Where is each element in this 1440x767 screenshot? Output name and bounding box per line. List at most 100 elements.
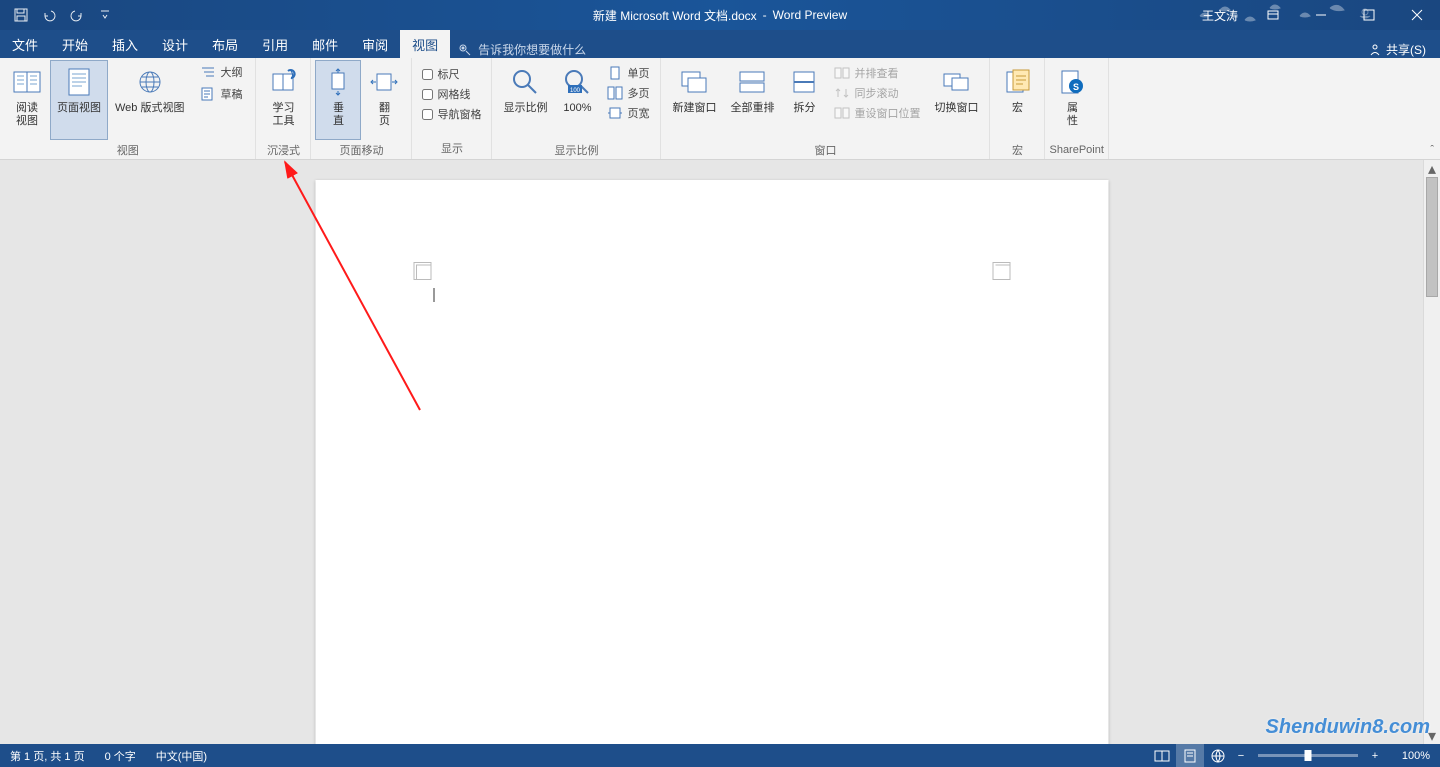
group-page-movement: 垂直 翻页 页面移动 (311, 58, 412, 159)
side-icon (368, 66, 400, 98)
group-window-label: 窗口 (665, 140, 985, 161)
sync-scroll-button: 同步滚动 (831, 84, 923, 102)
ruler-checkbox[interactable]: 标尺 (422, 66, 481, 82)
print-layout-label: 页面视图 (57, 102, 101, 115)
tab-design[interactable]: 设计 (150, 30, 200, 58)
new-window-button[interactable]: 新建窗口 (665, 60, 723, 140)
read-mode-button[interactable]: 阅读视图 (4, 60, 50, 140)
outline-button[interactable]: 大纲 (197, 63, 245, 81)
margin-corner-tl (413, 262, 431, 280)
redo-button[interactable] (66, 4, 88, 26)
macros-label: 宏 (1012, 102, 1023, 115)
switch-icon (940, 66, 972, 98)
tab-mailings[interactable]: 邮件 (300, 30, 350, 58)
tab-view[interactable]: 视图 (400, 30, 450, 58)
title-sep: - (763, 8, 767, 22)
gridlines-checkbox[interactable]: 网格线 (422, 86, 481, 102)
view-print-button[interactable] (1176, 744, 1204, 767)
share-label: 共享(S) (1386, 41, 1426, 58)
zoom-value[interactable]: 100% (1384, 750, 1440, 762)
qat-customize-button[interactable] (94, 4, 116, 26)
svg-text:S: S (1073, 82, 1079, 92)
scroll-thumb[interactable] (1426, 177, 1438, 297)
status-language[interactable]: 中文(中国) (146, 748, 217, 764)
tell-me-search[interactable]: 告诉我你想要做什么 (458, 41, 586, 58)
close-button[interactable] (1394, 0, 1440, 30)
learning-tools-label: 学习工具 (272, 102, 294, 128)
share-button[interactable]: 共享(S) (1354, 41, 1440, 58)
web-layout-button[interactable]: Web 版式视图 (108, 60, 191, 140)
split-icon (788, 66, 820, 98)
scroll-track[interactable] (1424, 177, 1440, 727)
macros-icon (1001, 66, 1033, 98)
group-show-label: 显示 (416, 138, 487, 159)
side-by-side-label: 并排查看 (854, 65, 898, 81)
print-layout-icon (63, 66, 95, 98)
group-immersive-label: 沉浸式 (260, 140, 306, 161)
zoom-label: 显示比例 (503, 102, 547, 115)
one-page-button[interactable]: 单页 (604, 64, 652, 82)
split-button[interactable]: 拆分 (781, 60, 827, 140)
page-width-label: 页宽 (627, 105, 649, 121)
tab-insert[interactable]: 插入 (100, 30, 150, 58)
multi-page-button[interactable]: 多页 (604, 84, 652, 102)
zoom-in-button[interactable]: + (1366, 750, 1384, 762)
hundred-icon: 100 (561, 66, 593, 98)
navpane-checkbox[interactable]: 导航窗格 (422, 106, 481, 122)
web-layout-icon (134, 66, 166, 98)
watermark: Shenduwin8.com (1266, 716, 1430, 739)
vertical-scrollbar[interactable]: ▴ ▾ (1423, 160, 1440, 744)
group-immersive: 学习工具 沉浸式 (256, 58, 311, 159)
draft-button[interactable]: 草稿 (197, 85, 245, 103)
new-window-label: 新建窗口 (672, 102, 716, 115)
side-by-side-button: 并排查看 (831, 64, 923, 82)
group-views: 阅读视图 页面视图 Web 版式视图 大纲 草稿 视图 (0, 58, 256, 159)
new-window-icon (678, 66, 710, 98)
group-macros-label: 宏 (994, 140, 1040, 161)
print-layout-button[interactable]: 页面视图 (50, 60, 108, 140)
group-views-label: 视图 (4, 140, 251, 161)
arrange-label: 全部重排 (730, 102, 774, 115)
learning-tools-button[interactable]: 学习工具 (260, 60, 306, 140)
group-sharepoint-label: SharePoint (1049, 142, 1103, 159)
tab-layout[interactable]: 布局 (200, 30, 250, 58)
gridlines-label: 网格线 (437, 86, 470, 102)
status-words[interactable]: 0 个字 (95, 748, 146, 764)
arrange-all-button[interactable]: 全部重排 (723, 60, 781, 140)
collapse-ribbon-button[interactable]: ˆ (1430, 144, 1434, 156)
zoom-button[interactable]: 显示比例 (496, 60, 554, 140)
undo-button[interactable] (38, 4, 60, 26)
properties-button[interactable]: S 属性 (1049, 60, 1095, 140)
zoom-slider[interactable] (1258, 754, 1358, 757)
read-mode-label: 阅读视图 (16, 102, 38, 128)
status-page[interactable]: 第 1 页, 共 1 页 (0, 748, 95, 764)
status-bar: 第 1 页, 共 1 页 0 个字 中文(中国) − + 100% (0, 744, 1440, 767)
tell-me-placeholder: 告诉我你想要做什么 (478, 41, 586, 58)
draft-label: 草稿 (220, 86, 242, 102)
zoom-knob[interactable] (1305, 750, 1312, 761)
tab-file[interactable]: 文件 (0, 30, 50, 58)
tab-home[interactable]: 开始 (50, 30, 100, 58)
vertical-button[interactable]: 垂直 (315, 60, 361, 140)
arrange-icon (736, 66, 768, 98)
hundred-button[interactable]: 100 100% (554, 60, 600, 140)
decorative-birds (1190, 2, 1390, 30)
svg-text:100: 100 (570, 88, 581, 94)
view-web-button[interactable] (1204, 744, 1232, 767)
zoom-out-button[interactable]: − (1232, 750, 1250, 762)
side-to-side-button[interactable]: 翻页 (361, 60, 407, 140)
tab-review[interactable]: 审阅 (350, 30, 400, 58)
title-bar: 新建 Microsoft Word 文档.docx - Word Preview… (0, 0, 1440, 30)
page-width-button[interactable]: 页宽 (604, 104, 652, 122)
tab-references[interactable]: 引用 (250, 30, 300, 58)
save-button[interactable] (10, 4, 32, 26)
document-area[interactable] (0, 160, 1423, 744)
properties-label: 属性 (1067, 102, 1078, 128)
scroll-up-button[interactable]: ▴ (1424, 160, 1440, 177)
group-sharepoint: S 属性 SharePoint (1045, 58, 1108, 159)
switch-windows-button[interactable]: 切换窗口 (927, 60, 985, 140)
page[interactable] (315, 180, 1108, 744)
macros-button[interactable]: 宏 (994, 60, 1040, 140)
reset-pos-button: 重设窗口位置 (831, 104, 923, 122)
view-read-button[interactable] (1148, 744, 1176, 767)
